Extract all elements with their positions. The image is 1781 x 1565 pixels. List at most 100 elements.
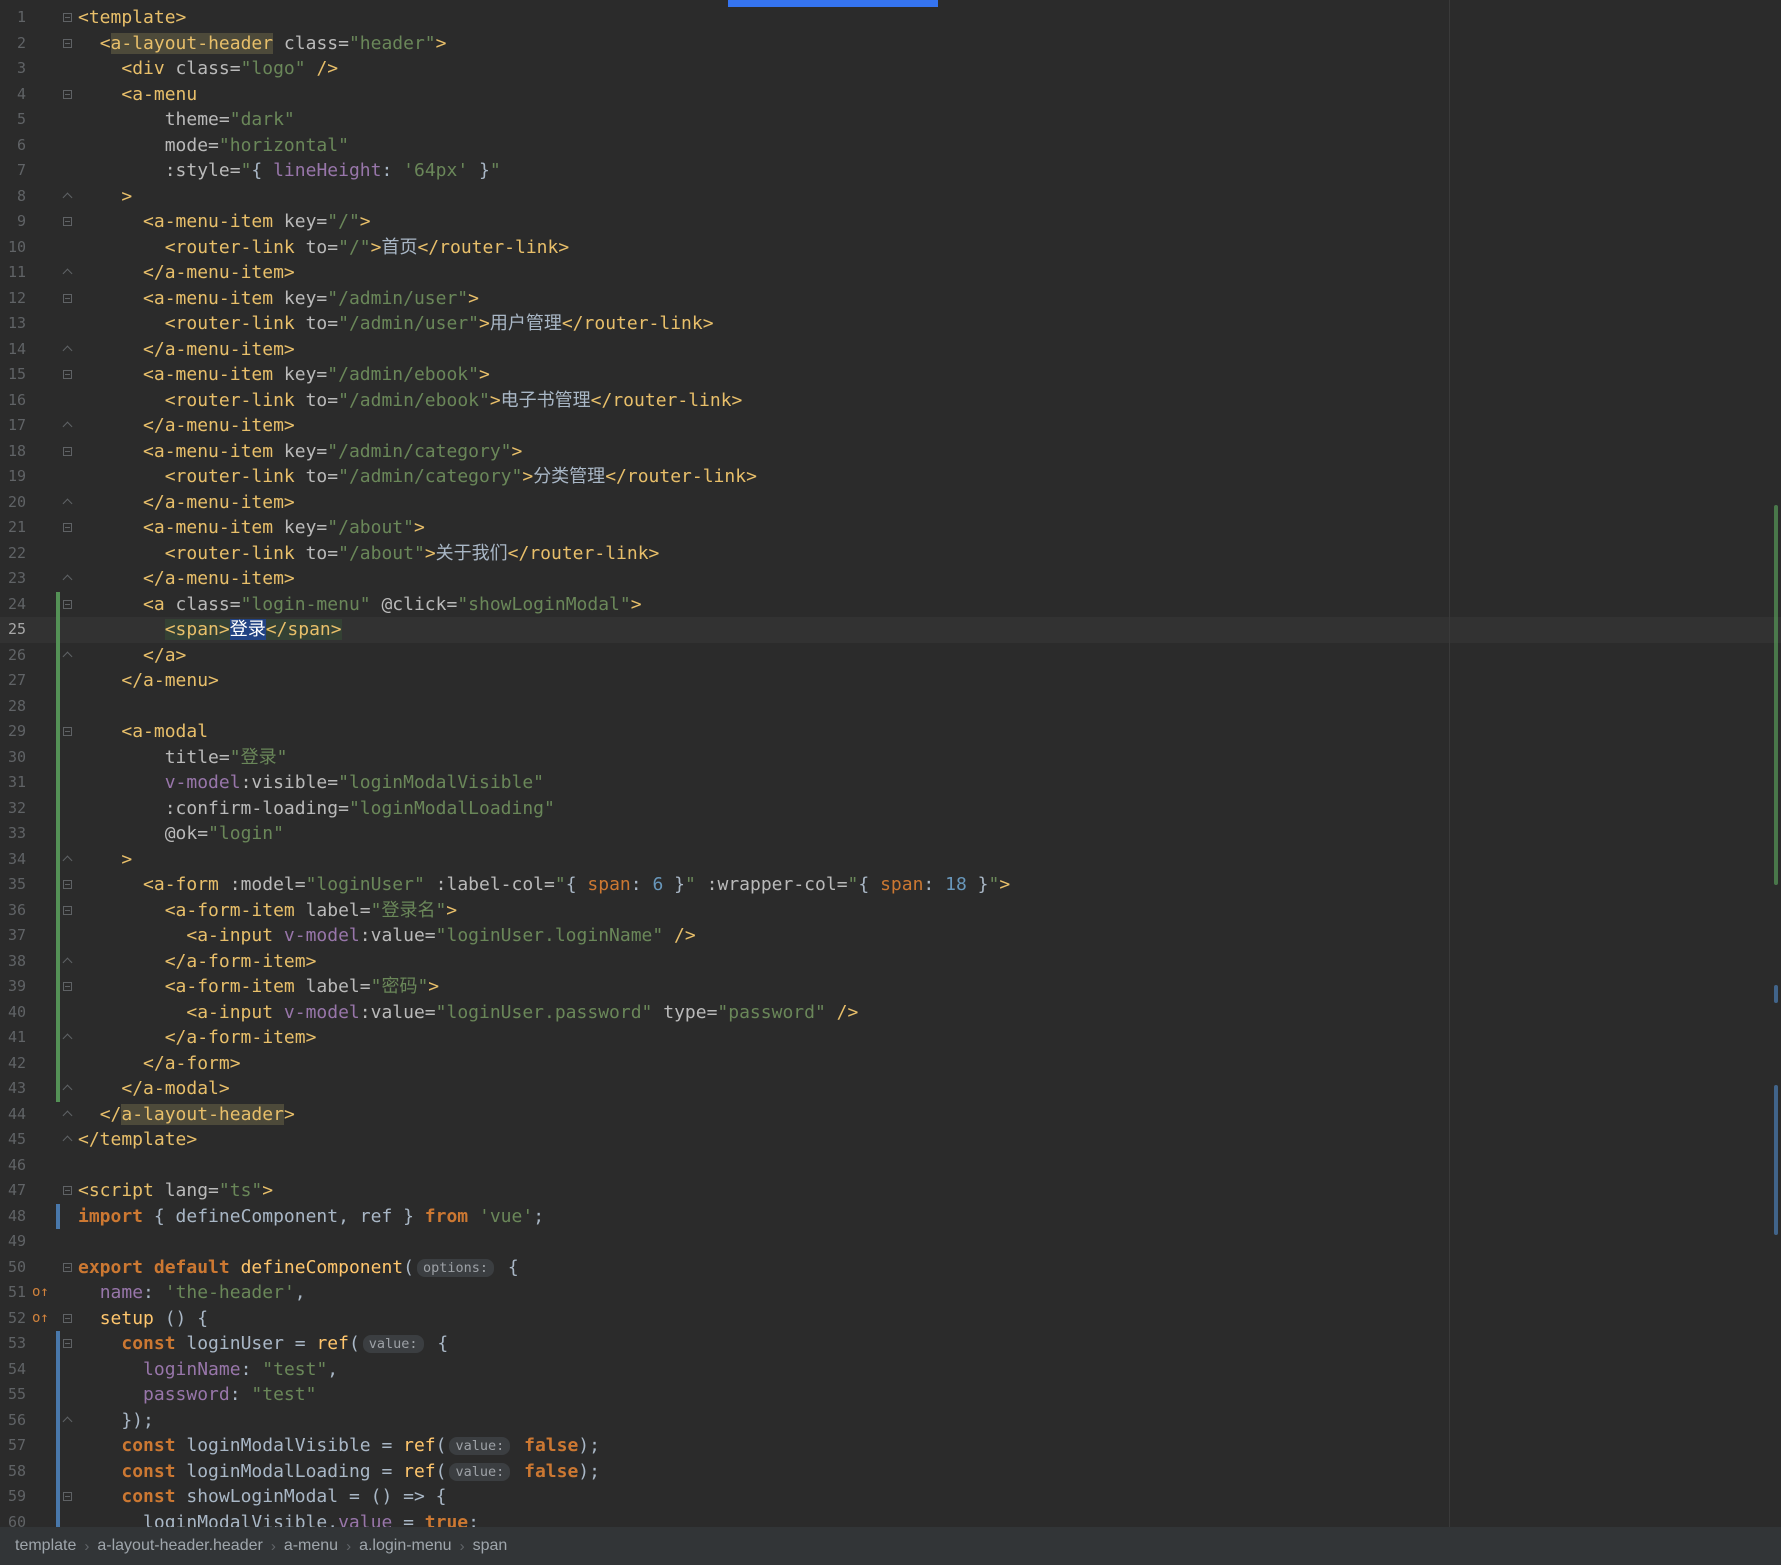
line-number[interactable]: 25 (0, 617, 26, 643)
code-line[interactable]: 32 :confirm-loading="loginModalLoading" (0, 795, 1781, 821)
fold-region-end-icon[interactable] (62, 574, 73, 585)
line-number[interactable]: 35 (0, 872, 26, 898)
scrollbar[interactable] (1767, 0, 1781, 1527)
line-number[interactable]: 57 (0, 1433, 26, 1459)
code-line[interactable]: 40 <a-input v-model:value="loginUser.pas… (0, 999, 1781, 1026)
code-line[interactable]: 30 title="登录" (0, 744, 1781, 770)
line-number[interactable]: 12 (0, 286, 26, 312)
line-number[interactable]: 2 (0, 31, 26, 57)
code-line[interactable]: 57 const loginModalVisible = ref(value: … (0, 1433, 1781, 1459)
fold-region-end-icon[interactable] (62, 651, 73, 661)
fold-region-end-icon[interactable] (62, 345, 73, 355)
change-marker-added[interactable] (56, 591, 60, 617)
line-number[interactable]: 27 (0, 668, 26, 694)
line-number[interactable]: 58 (0, 1459, 26, 1485)
fold-region-end-icon[interactable] (62, 498, 73, 508)
change-marker-added[interactable] (56, 795, 60, 821)
code-line[interactable]: 44 </a-layout-header> (0, 1102, 1781, 1128)
breadcrumb-item[interactable]: a-menu (279, 1535, 343, 1557)
change-marker-added[interactable] (56, 948, 60, 974)
line-number[interactable]: 56 (0, 1408, 26, 1434)
line-number[interactable]: 3 (0, 56, 26, 82)
line-number[interactable]: 15 (0, 362, 26, 388)
change-marker-added[interactable] (56, 974, 60, 1000)
line-number[interactable]: 11 (0, 260, 26, 286)
change-marker-added[interactable] (56, 693, 60, 719)
fold-region-end-icon[interactable] (62, 268, 73, 279)
line-number[interactable]: 21 (0, 515, 26, 541)
code-area[interactable]: 1 <template> 2 <a-layout-header class="hea… (0, 5, 1781, 1527)
fold-collapse-icon[interactable] (63, 727, 72, 736)
fold-collapse-icon[interactable] (63, 880, 72, 889)
line-number[interactable]: 42 (0, 1051, 26, 1077)
code-line[interactable]: 58 const loginModalLoading = ref(value: … (0, 1458, 1781, 1485)
change-marker-added[interactable] (56, 923, 60, 949)
fold-collapse-icon[interactable] (63, 13, 72, 22)
change-marker-modified[interactable] (56, 1407, 60, 1433)
code-line[interactable]: 20 </a-menu-item> (0, 490, 1781, 516)
code-line[interactable]: 5 theme="dark" (0, 107, 1781, 133)
code-line[interactable]: 14 </a-menu-item> (0, 337, 1781, 363)
line-number[interactable]: 19 (0, 464, 26, 490)
line-number[interactable]: 31 (0, 770, 26, 796)
fold-region-end-icon[interactable] (62, 1135, 73, 1146)
code-line[interactable]: 35 <a-form :model="loginUser" :label-col… (0, 872, 1781, 898)
fold-region-end-icon[interactable] (62, 957, 73, 967)
fold-region-end-icon[interactable] (62, 1033, 73, 1044)
change-marker-added[interactable] (56, 821, 60, 847)
fold-collapse-icon[interactable] (63, 89, 72, 99)
fold-collapse-icon[interactable] (63, 1492, 72, 1501)
line-number[interactable]: 41 (0, 1025, 26, 1051)
change-marker-added[interactable] (56, 719, 60, 745)
change-marker-modified[interactable] (56, 1356, 60, 1382)
fold-collapse-icon[interactable] (63, 1313, 72, 1323)
line-number[interactable]: 6 (0, 133, 26, 159)
change-marker-added[interactable] (56, 1050, 60, 1076)
fold-collapse-icon[interactable] (63, 523, 72, 532)
line-number[interactable]: 49 (0, 1229, 26, 1255)
code-line[interactable]: 51 o↑ name: 'the-header', (0, 1280, 1781, 1306)
code-line[interactable]: 1 <template> (0, 5, 1781, 31)
change-marker-added[interactable] (56, 617, 60, 643)
code-line[interactable]: 12 <a-menu-item key="/admin/user"> (0, 286, 1781, 312)
code-line[interactable]: 8 > (0, 184, 1781, 210)
code-line[interactable]: 45 </template> (0, 1127, 1781, 1153)
change-marker-modified[interactable] (56, 1433, 60, 1459)
line-number[interactable]: 8 (0, 184, 26, 210)
line-number[interactable]: 40 (0, 1000, 26, 1026)
line-number[interactable]: 9 (0, 209, 26, 235)
fold-collapse-icon[interactable] (63, 599, 72, 609)
fold-collapse-icon[interactable] (63, 370, 72, 379)
change-marker-modified[interactable] (56, 1382, 60, 1408)
code-line[interactable]: 3 <div class="logo" /> (0, 56, 1781, 82)
line-number[interactable]: 33 (0, 821, 26, 847)
code-line[interactable]: 25 <span>登录</span> (0, 617, 1781, 643)
breadcrumb-item[interactable]: template (10, 1535, 81, 1557)
fold-collapse-icon[interactable] (63, 905, 72, 915)
fold-collapse-icon[interactable] (63, 1339, 72, 1348)
change-marker-added[interactable] (56, 1076, 60, 1102)
line-number[interactable]: 34 (0, 847, 26, 873)
code-line[interactable]: 15 <a-menu-item key="/admin/ebook"> (0, 362, 1781, 388)
line-number[interactable]: 5 (0, 107, 26, 133)
line-number[interactable]: 24 (0, 592, 26, 618)
code-line[interactable]: 39 <a-form-item label="密码"> (0, 974, 1781, 1000)
code-line[interactable]: 60 loginModalVisible.value = true; (0, 1509, 1781, 1527)
change-marker-added[interactable] (56, 1025, 60, 1051)
change-marker-added[interactable] (56, 642, 60, 668)
line-number[interactable]: 54 (0, 1357, 26, 1383)
change-marker-added[interactable] (56, 668, 60, 694)
code-line[interactable]: 24 <a class="login-menu" @click="showLog… (0, 591, 1781, 618)
line-number[interactable]: 55 (0, 1382, 26, 1408)
code-line[interactable]: 6 mode="horizontal" (0, 133, 1781, 159)
line-number[interactable]: 46 (0, 1153, 26, 1179)
fold-region-end-icon[interactable] (62, 421, 73, 432)
line-number[interactable]: 39 (0, 974, 26, 1000)
code-line[interactable]: 21 <a-menu-item key="/about"> (0, 515, 1781, 541)
code-line[interactable]: 16 <router-link to="/admin/ebook">电子书管理<… (0, 388, 1781, 414)
line-number[interactable]: 22 (0, 541, 26, 567)
line-number[interactable]: 37 (0, 923, 26, 949)
code-line[interactable]: 7 :style="{ lineHeight: '64px' }" (0, 158, 1781, 184)
code-line[interactable]: 37 <a-input v-model:value="loginUser.log… (0, 923, 1781, 949)
change-marker-modified[interactable] (56, 1331, 60, 1357)
